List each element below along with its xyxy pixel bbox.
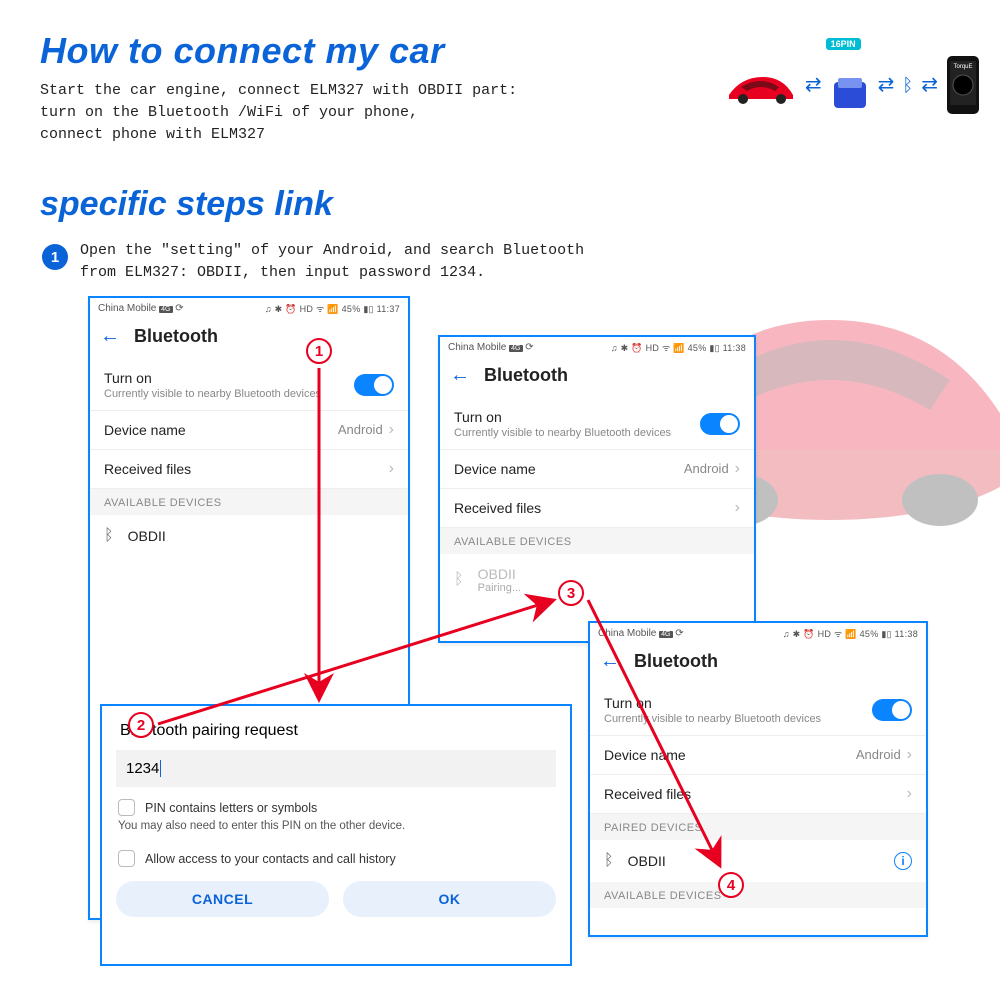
turn-on-label: Turn on — [104, 370, 321, 386]
device-row-obdii-paired[interactable]: ᛒ OBDII i — [590, 840, 926, 882]
swap-arrows-icon: ⇄ — [878, 78, 895, 92]
bluetooth-toggle[interactable] — [354, 374, 394, 396]
obd-adapter-icon — [830, 74, 870, 114]
device-name-row[interactable]: Device name Android› — [590, 736, 926, 775]
paired-devices-label: PAIRED DEVICES — [590, 814, 926, 840]
status-bar: China Mobile 4G ⟳ ♫ ✱ ⏰ HD ᯤ 📶 45% ▮▯ 11… — [440, 337, 754, 356]
section-title: specific steps link — [40, 185, 333, 224]
checkbox-label: PIN contains letters or symbols — [145, 801, 317, 815]
car-icon — [723, 65, 797, 105]
screen-title: Bluetooth — [634, 651, 718, 672]
chevron-right-icon: › — [389, 460, 394, 478]
device-name-row[interactable]: Device name Android› — [90, 411, 408, 450]
device-row-obdii-pairing[interactable]: ᛒ OBDII Pairing... — [440, 554, 754, 606]
step-badge: 1 — [42, 244, 68, 270]
available-devices-label: AVAILABLE DEVICES — [90, 489, 408, 515]
received-files-row[interactable]: Received files › — [90, 450, 408, 489]
marker-1: 1 — [306, 338, 332, 364]
available-devices-label: AVAILABLE DEVICES — [440, 528, 754, 554]
received-files-row[interactable]: Received files › — [440, 489, 754, 528]
pin-input[interactable]: 1234 — [116, 750, 556, 787]
pin-hint: You may also need to enter this PIN on t… — [102, 818, 570, 838]
bluetooth-icon: ᛒ — [604, 852, 614, 870]
device-name-row[interactable]: Device name Android› — [440, 450, 754, 489]
intro-text: Start the car engine, connect ELM327 wit… — [40, 80, 517, 145]
bluetooth-toggle[interactable] — [872, 699, 912, 721]
chevron-right-icon: › — [389, 421, 394, 438]
swap-arrows-icon: ⇄ — [805, 78, 822, 92]
bluetooth-icon: ᛒ — [902, 75, 913, 96]
ok-button[interactable]: OK — [343, 881, 556, 917]
dialog-title: Bluetooth pairing request — [102, 706, 570, 750]
back-icon[interactable]: ← — [450, 364, 470, 387]
screenshot-bluetooth-paired: China Mobile 4G ⟳ ♫ ✱ ⏰ HD ᯤ 📶 45% ▮▯ 11… — [588, 621, 928, 937]
checkbox-pin-letters[interactable] — [118, 799, 135, 816]
cancel-button[interactable]: CANCEL — [116, 881, 329, 917]
screenshot-bluetooth-pairing: China Mobile 4G ⟳ ♫ ✱ ⏰ HD ᯤ 📶 45% ▮▯ 11… — [438, 335, 756, 643]
connection-chain: ⇄ 16PIN ⇄ ᛒ ⇄ TorquE — [723, 55, 980, 115]
status-bar: China Mobile 4G ⟳ ♫ ✱ ⏰ HD ᯤ 📶 45% ▮▯ 11… — [90, 298, 408, 317]
bluetooth-icon: ᛒ — [454, 571, 464, 589]
device-row-obdii[interactable]: ᛒ OBDII — [90, 515, 408, 557]
back-icon[interactable]: ← — [100, 325, 120, 348]
received-files-row[interactable]: Received files › — [590, 775, 926, 814]
page-title: How to connect my car — [40, 30, 445, 72]
checkbox-allow-contacts[interactable] — [118, 850, 135, 867]
checkbox-label: Allow access to your contacts and call h… — [145, 852, 396, 866]
turn-on-sub: Currently visible to nearby Bluetooth de… — [104, 388, 321, 400]
bluetooth-icon: ᛒ — [104, 527, 114, 545]
back-icon[interactable]: ← — [600, 650, 620, 673]
svg-text:TorquE: TorquE — [953, 64, 972, 70]
screen-title: Bluetooth — [484, 365, 568, 386]
swap-arrows-icon: ⇄ — [921, 78, 938, 92]
phone-icon: TorquE — [946, 55, 980, 115]
marker-2: 2 — [128, 712, 154, 738]
available-devices-label: AVAILABLE DEVICES — [590, 882, 926, 908]
marker-3: 3 — [558, 580, 584, 606]
pin-label: 16PIN — [826, 38, 861, 50]
marker-4: 4 — [718, 872, 744, 898]
pairing-dialog: Bluetooth pairing request 1234 PIN conta… — [100, 704, 572, 966]
status-bar: China Mobile 4G ⟳ ♫ ✱ ⏰ HD ᯤ 📶 45% ▮▯ 11… — [590, 623, 926, 642]
screen-title: Bluetooth — [134, 326, 218, 347]
bluetooth-toggle[interactable] — [700, 413, 740, 435]
info-icon[interactable]: i — [894, 852, 912, 870]
step-text: Open the "setting" of your Android, and … — [80, 240, 584, 284]
